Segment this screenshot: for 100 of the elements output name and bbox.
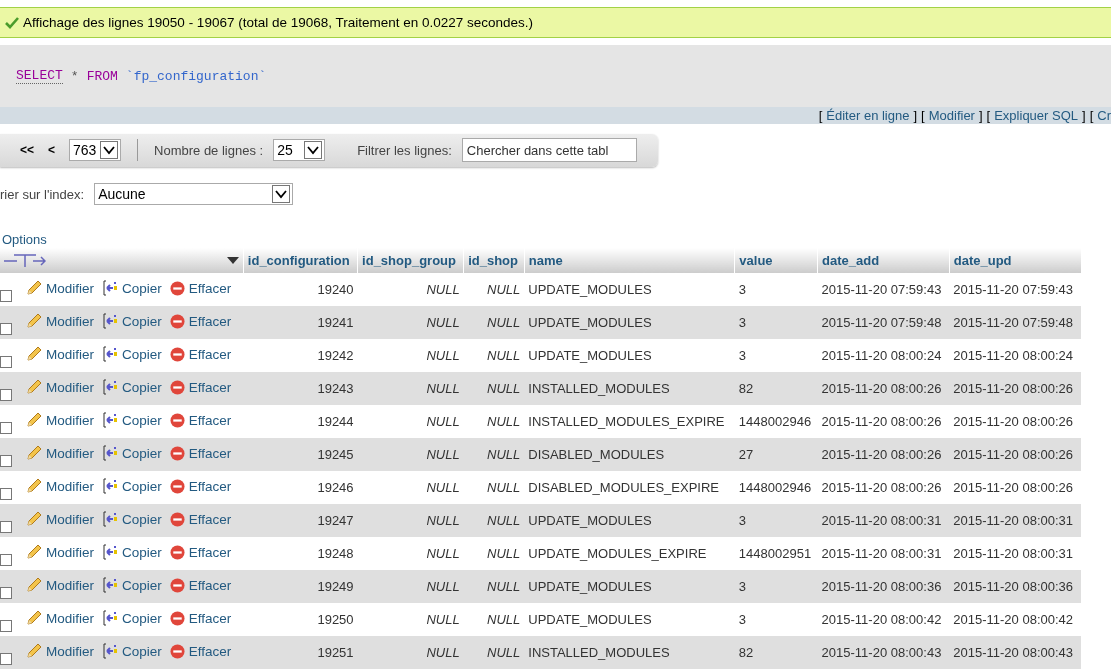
column-sort-link[interactable]: id_configuration	[247, 253, 350, 268]
delete-link[interactable]: Effacer	[169, 611, 232, 626]
index-select[interactable]: Aucune	[94, 183, 294, 205]
delete-link[interactable]: Effacer	[169, 347, 232, 362]
filter-field[interactable]: Chercher dans cette tabl	[461, 138, 637, 163]
edit-link[interactable]: Modifier	[26, 280, 94, 296]
row-checkbox[interactable]	[0, 652, 12, 665]
column-sort-link[interactable]: name	[528, 253, 563, 268]
delete-link[interactable]: Effacer	[169, 380, 232, 395]
table-cell: 2015-11-20 08:00:31	[949, 537, 1081, 570]
page-select[interactable]: 763	[69, 139, 122, 162]
table-cell: 2015-11-20 07:59:43	[817, 273, 950, 306]
delete-link[interactable]: Effacer	[169, 413, 232, 428]
delete-link[interactable]: Effacer	[169, 578, 232, 593]
copy-link[interactable]: Copier	[102, 445, 162, 461]
table-cell: INSTALLED_MODULES_EXPIRE	[524, 405, 735, 438]
copy-link[interactable]: Copier	[102, 544, 162, 560]
table-cell: 2015-11-20 08:00:36	[949, 570, 1081, 603]
query-link[interactable]: Éditer en ligne	[826, 108, 910, 123]
table-cell: 19242	[243, 339, 358, 372]
row-checkbox[interactable]	[0, 586, 12, 599]
table-cell: 3	[734, 339, 818, 372]
edit-link[interactable]: Modifier	[26, 478, 94, 494]
delete-link[interactable]: Effacer	[169, 281, 232, 296]
copy-link[interactable]: Copier	[102, 412, 162, 428]
delete-link[interactable]: Effacer	[169, 314, 232, 329]
edit-link[interactable]: Modifier	[26, 544, 94, 560]
copy-rows-icon	[102, 610, 118, 626]
copy-link[interactable]: Copier	[102, 610, 162, 626]
edit-link[interactable]: Modifier	[26, 511, 94, 527]
options-link[interactable]: Options	[2, 232, 47, 247]
column-sort-link[interactable]: date_upd	[953, 253, 1012, 268]
copy-rows-icon	[102, 544, 118, 560]
table-cell: 2015-11-20 08:00:26	[949, 438, 1081, 471]
column-sort-link[interactable]: id_shop	[468, 253, 518, 268]
delete-icon	[169, 479, 185, 494]
column-sort-link[interactable]: id_shop_group	[362, 253, 456, 268]
edit-link[interactable]: Modifier	[26, 577, 94, 593]
table-cell: 19240	[243, 273, 358, 306]
edit-link[interactable]: Modifier	[26, 346, 94, 362]
delete-icon	[169, 446, 185, 461]
query-link[interactable]: Modifier	[928, 108, 975, 123]
row-checkbox[interactable]	[0, 421, 12, 434]
row-checkbox[interactable]	[0, 487, 12, 500]
row-checkbox[interactable]	[0, 322, 12, 335]
copy-link[interactable]: Copier	[102, 280, 162, 296]
table-cell: UPDATE_MODULES	[524, 603, 735, 636]
column-sort-link[interactable]: date_add	[822, 253, 880, 268]
row-checkbox[interactable]	[0, 454, 12, 467]
table-cell: 2015-11-20 08:00:36	[817, 570, 950, 603]
edit-link[interactable]: Modifier	[26, 379, 94, 395]
rows-label: Nombre de lignes :	[154, 143, 264, 158]
edit-link[interactable]: Modifier	[26, 643, 94, 659]
delete-icon	[169, 644, 185, 659]
copy-link[interactable]: Copier	[102, 478, 162, 494]
delete-link[interactable]: Effacer	[169, 479, 232, 494]
table-cell: 19245	[243, 438, 358, 471]
sql-keyword: FROM	[86, 68, 118, 84]
previous-page-button[interactable]: <	[48, 143, 56, 158]
first-page-button[interactable]: <<	[20, 143, 34, 158]
query-link[interactable]: Expliquer SQL	[994, 108, 1079, 123]
delete-link[interactable]: Effacer	[169, 512, 232, 527]
row-checkbox[interactable]	[0, 355, 12, 368]
rows-select[interactable]: 25	[273, 139, 326, 162]
bracket: ]	[913, 108, 918, 123]
copy-link[interactable]: Copier	[102, 313, 162, 329]
table-cell: 19246	[243, 471, 358, 504]
sql-keyword[interactable]: SELECT	[16, 68, 63, 85]
delete-link[interactable]: Effacer	[169, 545, 232, 560]
copy-link[interactable]: Copier	[102, 577, 162, 593]
pencil-icon	[26, 313, 42, 329]
table-cell: NULL	[357, 537, 464, 570]
row-checkbox[interactable]	[0, 520, 12, 533]
copy-rows-icon	[102, 511, 118, 527]
table-cell: 2015-11-20 07:59:48	[949, 306, 1081, 339]
edit-link[interactable]: Modifier	[26, 313, 94, 329]
copy-rows-icon	[102, 346, 118, 362]
row-checkbox[interactable]	[0, 619, 12, 632]
query-link[interactable]: Cr	[1097, 108, 1111, 123]
row-checkbox[interactable]	[0, 388, 12, 401]
table-cell: NULL	[463, 471, 525, 504]
table-cell: 2015-11-20 08:00:26	[817, 471, 950, 504]
row-checkbox[interactable]	[0, 289, 12, 302]
edit-link[interactable]: Modifier	[26, 445, 94, 461]
copy-rows-icon	[102, 445, 118, 461]
edit-link[interactable]: Modifier	[26, 610, 94, 626]
copy-link[interactable]: Copier	[102, 379, 162, 395]
edit-link[interactable]: Modifier	[26, 412, 94, 428]
copy-link[interactable]: Copier	[102, 511, 162, 527]
table-cell: UPDATE_MODULES	[524, 339, 735, 372]
copy-link[interactable]: Copier	[102, 346, 162, 362]
sql-operator: *	[70, 68, 79, 84]
delete-link[interactable]: Effacer	[169, 644, 232, 659]
sort-triangle-icon[interactable]	[226, 256, 239, 265]
column-sort-link[interactable]: value	[739, 253, 773, 268]
table-cell: 19241	[243, 306, 358, 339]
delete-link[interactable]: Effacer	[169, 446, 232, 461]
column-resize-arrows-icon[interactable]	[4, 253, 46, 268]
row-checkbox[interactable]	[0, 553, 12, 566]
copy-link[interactable]: Copier	[102, 643, 162, 659]
